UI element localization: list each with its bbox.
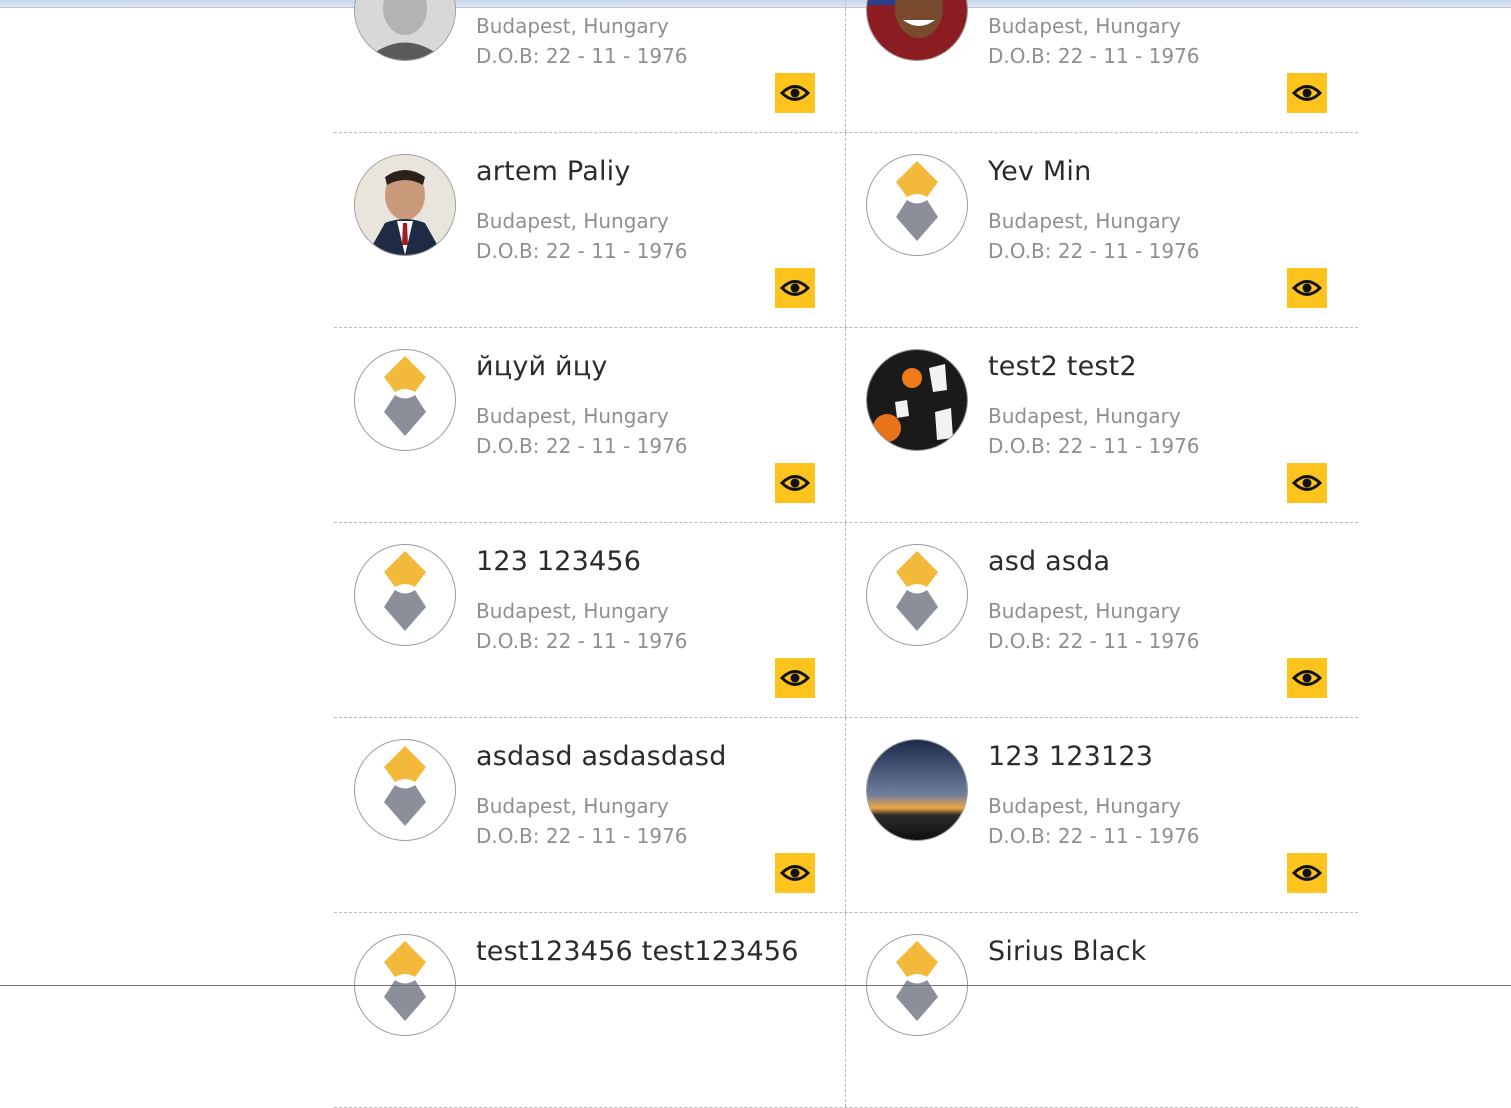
view-profile-button[interactable] bbox=[1287, 268, 1327, 308]
member-card: Budapest, Hungary D.O.B: 22 - 11 - 1976 bbox=[846, 0, 1358, 132]
member-name: asdasd asdasdasd bbox=[476, 741, 727, 772]
avatar[interactable] bbox=[354, 739, 456, 841]
eye-icon bbox=[779, 670, 811, 686]
view-profile-button[interactable] bbox=[1287, 853, 1327, 893]
view-profile-button[interactable] bbox=[1287, 463, 1327, 503]
default-avatar-icon bbox=[384, 551, 426, 631]
member-dob: D.O.B: 22 - 11 - 1976 bbox=[476, 44, 688, 68]
member-name: Yev Min bbox=[988, 156, 1092, 187]
member-location: Budapest, Hungary bbox=[988, 599, 1181, 623]
member-dob: D.O.B: 22 - 11 - 1976 bbox=[988, 824, 1200, 848]
default-avatar-icon bbox=[384, 356, 426, 436]
member-row: йцуй йцу Budapest, Hungary D.O.B: 22 - 1… bbox=[334, 328, 1358, 523]
member-card: asdasd asdasdasd Budapest, Hungary D.O.B… bbox=[334, 718, 846, 912]
member-location: Budapest, Hungary bbox=[476, 794, 669, 818]
view-profile-button[interactable] bbox=[775, 268, 815, 308]
member-dob: D.O.B: 22 - 11 - 1976 bbox=[988, 239, 1200, 263]
member-dob: D.O.B: 22 - 11 - 1976 bbox=[476, 434, 688, 458]
view-profile-button[interactable] bbox=[1287, 658, 1327, 698]
member-grid: Budapest, Hungary D.O.B: 22 - 11 - 1976 … bbox=[334, 0, 1358, 1108]
member-name: йцуй йцу bbox=[476, 351, 608, 382]
member-row: artem Paliy Budapest, Hungary D.O.B: 22 … bbox=[334, 133, 1358, 328]
member-dob: D.O.B: 22 - 11 - 1976 bbox=[476, 629, 688, 653]
view-profile-button[interactable] bbox=[775, 658, 815, 698]
member-dob: D.O.B: 22 - 11 - 1976 bbox=[988, 44, 1200, 68]
view-profile-button[interactable] bbox=[1287, 73, 1327, 113]
view-profile-button[interactable] bbox=[775, 853, 815, 893]
member-card: Budapest, Hungary D.O.B: 22 - 11 - 1976 bbox=[334, 0, 846, 132]
view-profile-button[interactable] bbox=[775, 463, 815, 503]
member-row: test123456 test123456 Sirius Black bbox=[334, 913, 1358, 1108]
member-dob: D.O.B: 22 - 11 - 1976 bbox=[988, 629, 1200, 653]
member-card: 123 123123 Budapest, Hungary D.O.B: 22 -… bbox=[846, 718, 1358, 912]
member-dob: D.O.B: 22 - 11 - 1976 bbox=[476, 824, 688, 848]
member-card: 123 123456 Budapest, Hungary D.O.B: 22 -… bbox=[334, 523, 846, 717]
eye-icon bbox=[1291, 475, 1323, 491]
avatar[interactable] bbox=[866, 0, 968, 61]
member-card: asd asda Budapest, Hungary D.O.B: 22 - 1… bbox=[846, 523, 1358, 717]
avatar[interactable] bbox=[866, 739, 968, 841]
eye-icon bbox=[1291, 85, 1323, 101]
member-row: asdasd asdasdasd Budapest, Hungary D.O.B… bbox=[334, 718, 1358, 913]
eye-icon bbox=[779, 85, 811, 101]
avatar[interactable] bbox=[866, 154, 968, 256]
member-location: Budapest, Hungary bbox=[988, 14, 1181, 38]
member-name: test123456 test123456 bbox=[476, 936, 799, 967]
avatar[interactable] bbox=[354, 0, 456, 61]
member-card: test123456 test123456 bbox=[334, 913, 846, 1107]
member-card: artem Paliy Budapest, Hungary D.O.B: 22 … bbox=[334, 133, 846, 327]
eye-icon bbox=[1291, 865, 1323, 881]
default-avatar-icon bbox=[896, 161, 938, 241]
member-name: Sirius Black bbox=[988, 936, 1147, 967]
member-dob: D.O.B: 22 - 11 - 1976 bbox=[476, 239, 688, 263]
member-location: Budapest, Hungary bbox=[476, 209, 669, 233]
avatar[interactable] bbox=[866, 349, 968, 451]
avatar[interactable] bbox=[354, 349, 456, 451]
avatar[interactable] bbox=[354, 154, 456, 256]
avatar[interactable] bbox=[866, 544, 968, 646]
member-location: Budapest, Hungary bbox=[476, 14, 669, 38]
eye-icon bbox=[779, 280, 811, 296]
eye-icon bbox=[1291, 280, 1323, 296]
member-name: asd asda bbox=[988, 546, 1111, 577]
eye-icon bbox=[779, 475, 811, 491]
member-name: test2 test2 bbox=[988, 351, 1137, 382]
member-name: artem Paliy bbox=[476, 156, 631, 187]
eye-icon bbox=[1291, 670, 1323, 686]
window-bottom-edge bbox=[0, 985, 1511, 986]
member-location: Budapest, Hungary bbox=[988, 404, 1181, 428]
eye-icon bbox=[779, 865, 811, 881]
avatar[interactable] bbox=[354, 544, 456, 646]
member-location: Budapest, Hungary bbox=[988, 794, 1181, 818]
member-name: 123 123123 bbox=[988, 741, 1154, 772]
member-card: Yev Min Budapest, Hungary D.O.B: 22 - 11… bbox=[846, 133, 1358, 327]
view-profile-button[interactable] bbox=[775, 73, 815, 113]
member-row: Budapest, Hungary D.O.B: 22 - 11 - 1976 … bbox=[334, 0, 1358, 133]
member-dob: D.O.B: 22 - 11 - 1976 bbox=[988, 434, 1200, 458]
member-location: Budapest, Hungary bbox=[476, 404, 669, 428]
member-card: йцуй йцу Budapest, Hungary D.O.B: 22 - 1… bbox=[334, 328, 846, 522]
member-card: test2 test2 Budapest, Hungary D.O.B: 22 … bbox=[846, 328, 1358, 522]
default-avatar-icon bbox=[384, 746, 426, 826]
member-name: 123 123456 bbox=[476, 546, 642, 577]
default-avatar-icon bbox=[896, 551, 938, 631]
member-location: Budapest, Hungary bbox=[476, 599, 669, 623]
member-row: 123 123456 Budapest, Hungary D.O.B: 22 -… bbox=[334, 523, 1358, 718]
member-location: Budapest, Hungary bbox=[988, 209, 1181, 233]
member-card: Sirius Black bbox=[846, 913, 1358, 1107]
